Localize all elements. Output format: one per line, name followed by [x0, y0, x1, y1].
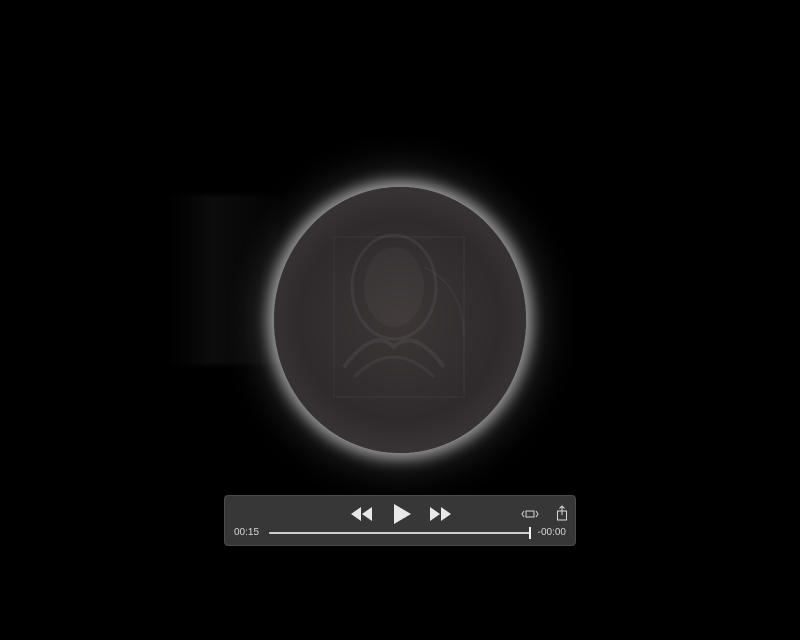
play-button[interactable]	[391, 502, 413, 526]
remaining-time: -00:00	[537, 527, 566, 538]
video-stage[interactable]: 00:15 -00:00	[0, 0, 800, 640]
share-icon	[557, 505, 567, 521]
play-icon	[394, 504, 411, 524]
fast-forward-button[interactable]	[427, 504, 453, 524]
fast-forward-icon	[430, 507, 451, 521]
progress-fill	[269, 532, 531, 534]
rewind-button[interactable]	[349, 504, 375, 524]
rewind-icon	[351, 507, 372, 521]
orb-ornament-image	[342, 233, 465, 379]
share-button[interactable]	[555, 504, 569, 522]
progress-scrubber[interactable]	[269, 527, 531, 539]
resize-icon	[521, 510, 539, 518]
playback-controller: 00:15 -00:00	[224, 495, 576, 546]
elapsed-time: 00:15	[234, 527, 260, 538]
resize-button[interactable]	[521, 506, 539, 522]
orb-disc	[274, 187, 526, 453]
scrubber-handle[interactable]	[529, 527, 531, 539]
